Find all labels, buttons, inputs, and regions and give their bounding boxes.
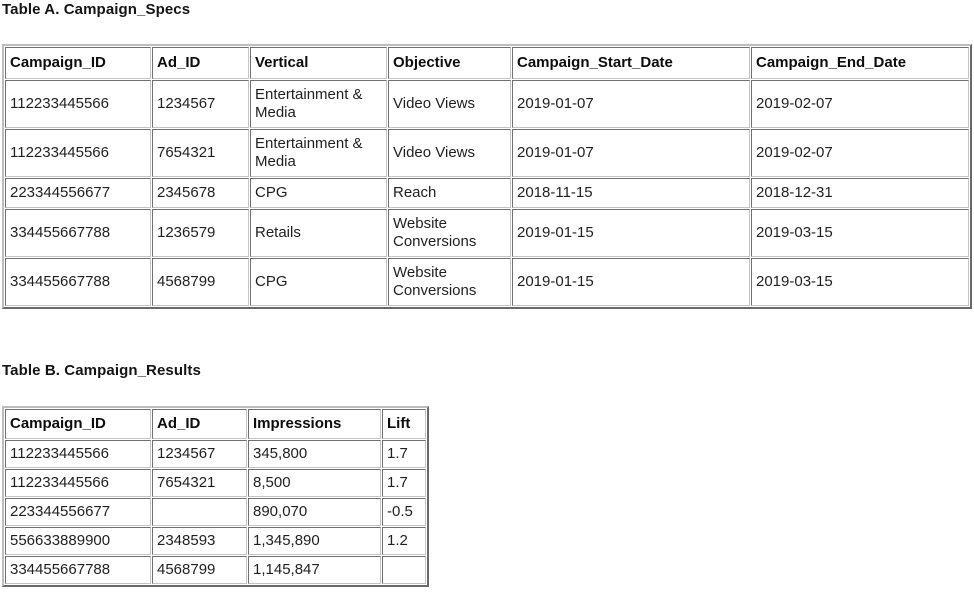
- table-a-body: 112233445566 1234567 Entertainment & Med…: [5, 80, 969, 306]
- table-a-head: Campaign_ID Ad_ID Vertical Objective Cam…: [5, 47, 969, 79]
- cell-vertical: Entertainment & Media: [250, 129, 387, 177]
- column-header-campaign-id: Campaign_ID: [5, 409, 151, 439]
- cell-vertical: Entertainment & Media: [250, 80, 387, 128]
- cell-objective: Video Views: [388, 129, 511, 177]
- cell-ad-id: 4568799: [152, 258, 249, 306]
- column-header-ad-id: Ad_ID: [152, 47, 249, 79]
- cell-impressions: 8,500: [248, 469, 381, 497]
- table-row: 112233445566 7654321 8,500 1.7: [5, 469, 426, 497]
- cell-objective: Video Views: [388, 80, 511, 128]
- cell-campaign-id: 112233445566: [5, 440, 151, 468]
- cell-ad-id: 7654321: [152, 129, 249, 177]
- table-row: 112233445566 1234567 Entertainment & Med…: [5, 80, 969, 128]
- table-header-row: Campaign_ID Ad_ID Vertical Objective Cam…: [5, 47, 969, 79]
- cell-impressions: 1,145,847: [248, 556, 381, 584]
- cell-ad-id: 2348593: [152, 527, 247, 555]
- cell-campaign-id: 223344556677: [5, 178, 151, 208]
- page-root: Table A. Campaign_Specs Campaign_ID Ad_I…: [0, 0, 974, 594]
- cell-campaign-end-date: 2018-12-31: [751, 178, 969, 208]
- table-row: 112233445566 7654321 Entertainment & Med…: [5, 129, 969, 177]
- cell-objective: Website Conversions: [388, 209, 511, 257]
- cell-lift: -0.5: [382, 498, 426, 526]
- table-row: 334455667788 4568799 CPG Website Convers…: [5, 258, 969, 306]
- cell-campaign-start-date: 2018-11-15: [512, 178, 750, 208]
- cell-vertical: Retails: [250, 209, 387, 257]
- table-b-head: Campaign_ID Ad_ID Impressions Lift: [5, 409, 426, 439]
- cell-campaign-id: 334455667788: [5, 556, 151, 584]
- cell-ad-id: 1236579: [152, 209, 249, 257]
- table-header-row: Campaign_ID Ad_ID Impressions Lift: [5, 409, 426, 439]
- cell-campaign-id: 556633889900: [5, 527, 151, 555]
- cell-campaign-end-date: 2019-02-07: [751, 80, 969, 128]
- cell-impressions: 890,070: [248, 498, 381, 526]
- cell-lift: 1.2: [382, 527, 426, 555]
- column-header-impressions: Impressions: [248, 409, 381, 439]
- column-header-campaign-start-date: Campaign_Start_Date: [512, 47, 750, 79]
- cell-ad-id-empty: [152, 498, 247, 526]
- cell-vertical: CPG: [250, 178, 387, 208]
- table-row: 223344556677 890,070 -0.5: [5, 498, 426, 526]
- cell-campaign-end-date: 2019-02-07: [751, 129, 969, 177]
- table-row: 223344556677 2345678 CPG Reach 2018-11-1…: [5, 178, 969, 208]
- campaign-results-table: Campaign_ID Ad_ID Impressions Lift 11223…: [2, 406, 429, 587]
- table-row: 556633889900 2348593 1,345,890 1.2: [5, 527, 426, 555]
- cell-campaign-start-date: 2019-01-07: [512, 80, 750, 128]
- cell-campaign-id: 112233445566: [5, 469, 151, 497]
- column-header-campaign-end-date: Campaign_End_Date: [751, 47, 969, 79]
- cell-vertical: CPG: [250, 258, 387, 306]
- campaign-specs-table: Campaign_ID Ad_ID Vertical Objective Cam…: [2, 44, 972, 309]
- cell-objective: Website Conversions: [388, 258, 511, 306]
- cell-lift: 1.7: [382, 469, 426, 497]
- cell-impressions: 345,800: [248, 440, 381, 468]
- cell-objective: Reach: [388, 178, 511, 208]
- cell-ad-id: 1234567: [152, 80, 249, 128]
- column-header-ad-id: Ad_ID: [152, 409, 247, 439]
- cell-ad-id: 4568799: [152, 556, 247, 584]
- cell-ad-id: 2345678: [152, 178, 249, 208]
- cell-campaign-id: 223344556677: [5, 498, 151, 526]
- table-a-title: Table A. Campaign_Specs: [2, 1, 191, 18]
- cell-ad-id: 1234567: [152, 440, 247, 468]
- cell-campaign-start-date: 2019-01-15: [512, 258, 750, 306]
- cell-impressions: 1,345,890: [248, 527, 381, 555]
- table-row: 112233445566 1234567 345,800 1.7: [5, 440, 426, 468]
- table-row: 334455667788 4568799 1,145,847: [5, 556, 426, 584]
- cell-lift-empty: [382, 556, 426, 584]
- cell-campaign-end-date: 2019-03-15: [751, 258, 969, 306]
- column-header-campaign-id: Campaign_ID: [5, 47, 151, 79]
- table-b-title: Table B. Campaign_Results: [2, 362, 201, 379]
- column-header-vertical: Vertical: [250, 47, 387, 79]
- cell-campaign-end-date: 2019-03-15: [751, 209, 969, 257]
- cell-lift: 1.7: [382, 440, 426, 468]
- cell-campaign-id: 112233445566: [5, 80, 151, 128]
- cell-campaign-start-date: 2019-01-07: [512, 129, 750, 177]
- cell-campaign-id: 334455667788: [5, 209, 151, 257]
- cell-ad-id: 7654321: [152, 469, 247, 497]
- cell-campaign-start-date: 2019-01-15: [512, 209, 750, 257]
- table-b-body: 112233445566 1234567 345,800 1.7 1122334…: [5, 440, 426, 584]
- column-header-lift: Lift: [382, 409, 426, 439]
- table-row: 334455667788 1236579 Retails Website Con…: [5, 209, 969, 257]
- cell-campaign-id: 334455667788: [5, 258, 151, 306]
- cell-campaign-id: 112233445566: [5, 129, 151, 177]
- column-header-objective: Objective: [388, 47, 511, 79]
